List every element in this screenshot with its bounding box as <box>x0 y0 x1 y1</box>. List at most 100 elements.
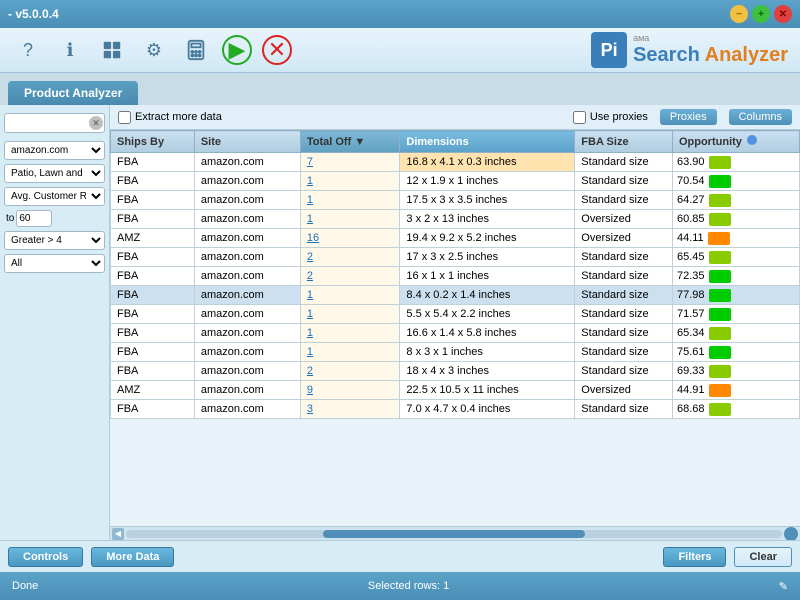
scroll-left-arrow[interactable]: ◀ <box>112 528 124 540</box>
social-icon[interactable] <box>96 34 128 66</box>
total-off-link[interactable]: 1 <box>307 213 313 225</box>
table-row[interactable]: FBA amazon.com 7 16.8 x 4.1 x 0.3 inches… <box>111 153 800 172</box>
more-data-button[interactable]: More Data <box>91 547 174 567</box>
total-off-link[interactable]: 9 <box>307 384 313 396</box>
table-row[interactable]: FBA amazon.com 1 8.4 x 0.2 x 1.4 inches … <box>111 286 800 305</box>
cell-dimensions: 7.0 x 4.7 x 0.4 inches <box>400 400 575 419</box>
cell-ships-by: FBA <box>111 362 195 381</box>
app-name: aма Search Analyzer <box>633 33 788 68</box>
total-off-link[interactable]: 1 <box>307 327 313 339</box>
table-row[interactable]: FBA amazon.com 1 16.6 x 1.4 x 5.8 inches… <box>111 324 800 343</box>
cell-fba-size: Oversized <box>575 381 673 400</box>
settings-icon[interactable]: ⚙ <box>138 34 170 66</box>
question-icon[interactable]: ? <box>12 34 44 66</box>
cell-ships-by: FBA <box>111 267 195 286</box>
table-row[interactable]: FBA amazon.com 1 8 x 3 x 1 inches Standa… <box>111 343 800 362</box>
info-icon[interactable]: ℹ <box>54 34 86 66</box>
extract-more-data-label[interactable]: Extract more data <box>118 111 222 124</box>
table-row[interactable]: FBA amazon.com 1 12 x 1.9 x 1 inches Sta… <box>111 172 800 191</box>
extract-more-data-checkbox[interactable] <box>118 111 131 124</box>
cell-opportunity: 44.11 <box>672 229 799 248</box>
type-select[interactable]: All <box>4 254 105 273</box>
rating-select[interactable]: Avg. Customer R... <box>4 187 105 206</box>
cell-total-off: 9 <box>300 381 400 400</box>
filters-button[interactable]: Filters <box>663 547 726 567</box>
col-ships-by[interactable]: Ships By <box>111 131 195 153</box>
total-off-link[interactable]: 2 <box>307 365 313 377</box>
cell-total-off: 1 <box>300 172 400 191</box>
search-clear-button[interactable]: ✕ <box>89 116 103 130</box>
data-table-wrap[interactable]: Ships By Site Total Off ▼ Dimensions FBA… <box>110 130 800 526</box>
cell-ships-by: AMZ <box>111 229 195 248</box>
cell-dimensions: 16 x 1 x 1 inches <box>400 267 575 286</box>
opportunity-bar <box>709 194 731 207</box>
app-title: - v5.0.0.4 <box>8 7 59 21</box>
selected-rows-text: Selected rows: 1 <box>368 580 449 592</box>
total-off-link[interactable]: 1 <box>307 289 313 301</box>
table-row[interactable]: AMZ amazon.com 9 22.5 x 10.5 x 11 inches… <box>111 381 800 400</box>
scroll-corner-button[interactable] <box>784 527 798 541</box>
columns-button[interactable]: Columns <box>729 109 792 125</box>
opportunity-bar <box>709 384 731 397</box>
total-off-link[interactable]: 2 <box>307 251 313 263</box>
opportunity-score: 65.34 <box>677 327 705 339</box>
cell-fba-size: Standard size <box>575 324 673 343</box>
range-max-input[interactable] <box>16 210 52 227</box>
table-row[interactable]: FBA amazon.com 3 7.0 x 4.7 x 0.4 inches … <box>111 400 800 419</box>
filter-select[interactable]: Greater > 4 <box>4 231 105 250</box>
use-proxies-checkbox[interactable] <box>573 111 586 124</box>
proxies-button[interactable]: Proxies <box>660 109 717 125</box>
opportunity-score: 44.11 <box>677 232 704 244</box>
horizontal-scrollbar[interactable]: ◀ <box>110 526 800 540</box>
table-row[interactable]: FBA amazon.com 1 17.5 x 3 x 3.5 inches S… <box>111 191 800 210</box>
scroll-track[interactable] <box>126 530 782 538</box>
opportunity-score: 70.54 <box>677 175 705 187</box>
play-button[interactable]: ▶ <box>222 35 252 65</box>
clear-button[interactable]: Clear <box>734 547 792 567</box>
close-button[interactable]: ✕ <box>774 5 792 23</box>
opportunity-bar <box>709 346 731 359</box>
total-off-link[interactable]: 1 <box>307 308 313 320</box>
cell-dimensions: 3 x 2 x 13 inches <box>400 210 575 229</box>
total-off-link[interactable]: 2 <box>307 270 313 282</box>
total-off-link[interactable]: 7 <box>307 156 313 168</box>
minimize-button[interactable]: − <box>730 5 748 23</box>
table-row[interactable]: FBA amazon.com 1 5.5 x 5.4 x 2.2 inches … <box>111 305 800 324</box>
use-proxies-label[interactable]: Use proxies <box>573 111 648 124</box>
col-total-off[interactable]: Total Off ▼ <box>300 131 400 153</box>
calculator-icon[interactable] <box>180 34 212 66</box>
col-opportunity[interactable]: Opportunity <box>672 131 799 153</box>
stop-button[interactable]: ✕ <box>262 35 292 65</box>
category-select[interactable]: Patio, Lawn and ... <box>4 164 105 183</box>
tab-product-analyzer[interactable]: Product Analyzer <box>8 81 138 105</box>
table-row[interactable]: FBA amazon.com 2 16 x 1 x 1 inches Stand… <box>111 267 800 286</box>
controls-button[interactable]: Controls <box>8 547 83 567</box>
table-row[interactable]: FBA amazon.com 2 18 x 4 x 3 inches Stand… <box>111 362 800 381</box>
opportunity-score: 68.68 <box>677 403 705 415</box>
opportunity-score: 75.61 <box>677 346 705 358</box>
total-off-link[interactable]: 16 <box>307 232 319 244</box>
scroll-thumb[interactable] <box>323 530 585 538</box>
table-row[interactable]: FBA amazon.com 1 3 x 2 x 13 inches Overs… <box>111 210 800 229</box>
total-off-link[interactable]: 3 <box>307 403 313 415</box>
cell-opportunity: 63.90 <box>672 153 799 172</box>
table-options-bar: Extract more data Use proxies Proxies Co… <box>110 105 800 130</box>
opportunity-score: 64.27 <box>677 194 705 206</box>
opportunity-bar <box>709 403 731 416</box>
cell-total-off: 7 <box>300 153 400 172</box>
use-proxies-text: Use proxies <box>590 111 648 123</box>
opportunity-score: 77.98 <box>677 289 705 301</box>
maximize-button[interactable]: + <box>752 5 770 23</box>
cell-site: amazon.com <box>194 153 300 172</box>
bottom-left-buttons: Controls More Data <box>8 547 174 567</box>
col-site[interactable]: Site <box>194 131 300 153</box>
opportunity-bar <box>709 289 731 302</box>
col-fba-size[interactable]: FBA Size <box>575 131 673 153</box>
total-off-link[interactable]: 1 <box>307 175 313 187</box>
site-select[interactable]: amazon.com <box>4 141 105 160</box>
table-row[interactable]: FBA amazon.com 2 17 x 3 x 2.5 inches Sta… <box>111 248 800 267</box>
total-off-link[interactable]: 1 <box>307 194 313 206</box>
total-off-link[interactable]: 1 <box>307 346 313 358</box>
col-dimensions[interactable]: Dimensions <box>400 131 575 153</box>
table-row[interactable]: AMZ amazon.com 16 19.4 x 9.2 x 5.2 inche… <box>111 229 800 248</box>
